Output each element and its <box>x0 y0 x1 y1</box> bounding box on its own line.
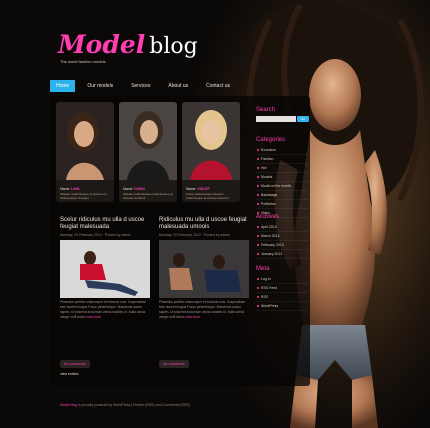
category-item[interactable]: Models <box>256 173 308 182</box>
footer-text: is proudly powered by WordPress | Entrie… <box>78 403 190 407</box>
post-image <box>159 240 249 298</box>
read-more-link[interactable]: read more <box>185 315 200 319</box>
meta-item[interactable]: RSS <box>256 293 308 302</box>
nav-item-home[interactable]: Home <box>50 80 76 92</box>
model-photo <box>56 102 114 180</box>
nav-item-contact-us[interactable]: Contact us <box>200 80 236 92</box>
category-item[interactable]: Backstage <box>256 191 308 200</box>
footer-brand[interactable]: Model blog <box>60 403 77 407</box>
archives-list: April 2013 March 2013 February 2013 Janu… <box>256 223 308 259</box>
nav-item-our-models[interactable]: Our models <box>81 80 119 92</box>
model-card[interactable]: Name: DONN Aliquam pellentesque pellente… <box>119 102 177 202</box>
comments-button[interactable]: No comments <box>159 360 189 368</box>
post-meta: Monday, 20 February 2012 · Posted by adm… <box>159 233 230 237</box>
archive-item[interactable]: January 2013 <box>256 250 308 259</box>
view-all-entries-link[interactable]: view entries <box>60 372 78 376</box>
meta-item[interactable]: RSS Feed <box>256 284 308 293</box>
nav-item-about-us[interactable]: About us <box>162 80 194 92</box>
logo-part-blog: blog <box>149 34 198 59</box>
model-description: Aliquam pellentesque pellentesque at Aen… <box>123 192 173 200</box>
category-item[interactable]: Exclusive <box>256 146 308 155</box>
main-nav: Home Our models Services About us Contac… <box>50 80 236 92</box>
category-item[interactable]: Portfolios <box>256 200 308 209</box>
category-item[interactable]: Model of the month <box>256 182 308 191</box>
archive-item[interactable]: April 2013 <box>256 223 308 232</box>
meta-item[interactable]: WordPress <box>256 302 308 311</box>
logo-part-model: Model <box>58 30 146 59</box>
sidebar-search-title: Search <box>256 107 276 113</box>
sidebar-archives-title: Archives <box>256 214 280 220</box>
model-photo <box>182 102 240 180</box>
site-footer: Model blog is proudly powered by WordPre… <box>60 403 190 407</box>
model-description: Fusce pellentesque Aliquam pellentesque … <box>186 192 229 200</box>
category-item[interactable]: Fashion <box>256 155 308 164</box>
read-more-link[interactable]: read more <box>86 315 101 319</box>
model-card[interactable]: Name: LINN Aliquam pellentesque id posue… <box>56 102 114 202</box>
post-excerpt: Phasellus porttitor ullamcorper et ridic… <box>159 300 246 319</box>
categories-list: Exclusive Fashion Hot Models Model of th… <box>256 146 308 218</box>
post-excerpt: Phasellus porttitor ullamcorper et ridic… <box>60 300 147 319</box>
site-logo[interactable]: Model blog <box>58 30 198 59</box>
archive-item[interactable]: March 2013 <box>256 232 308 241</box>
site-tagline: The world fashion models <box>60 59 106 64</box>
post-image <box>60 240 150 298</box>
archive-item[interactable]: February 2013 <box>256 241 308 250</box>
sidebar-categories-title: Categories <box>256 137 286 143</box>
model-name: Name: VIOLET <box>186 187 210 191</box>
post-meta: Monday, 20 February 2012 · Posted by adm… <box>60 233 131 237</box>
post-title[interactable]: Ridiculus mu ulla d uscoe feugiat malesu… <box>159 217 249 231</box>
search-button[interactable]: Go <box>297 116 309 122</box>
model-name: Name: DONN <box>123 187 145 191</box>
model-card[interactable]: Name: VIOLET Fusce pellentesque Aliquam … <box>182 102 240 202</box>
post-title[interactable]: Scelur ridiculus mu ulla d uscoe feugiat… <box>60 217 150 231</box>
model-name: Name: LINN <box>60 187 80 191</box>
model-description: Aliquam pellentesque id posuere et Pelle… <box>60 192 107 200</box>
sidebar-meta-title: Meta <box>256 266 270 272</box>
category-item[interactable]: Hot <box>256 164 308 173</box>
meta-item[interactable]: Log in <box>256 275 308 284</box>
search-input[interactable] <box>256 116 296 122</box>
meta-list: Log in RSS Feed RSS WordPress <box>256 275 308 311</box>
model-photo <box>119 102 177 180</box>
comments-button[interactable]: No comments <box>60 360 90 368</box>
nav-item-services[interactable]: Services <box>125 80 156 92</box>
